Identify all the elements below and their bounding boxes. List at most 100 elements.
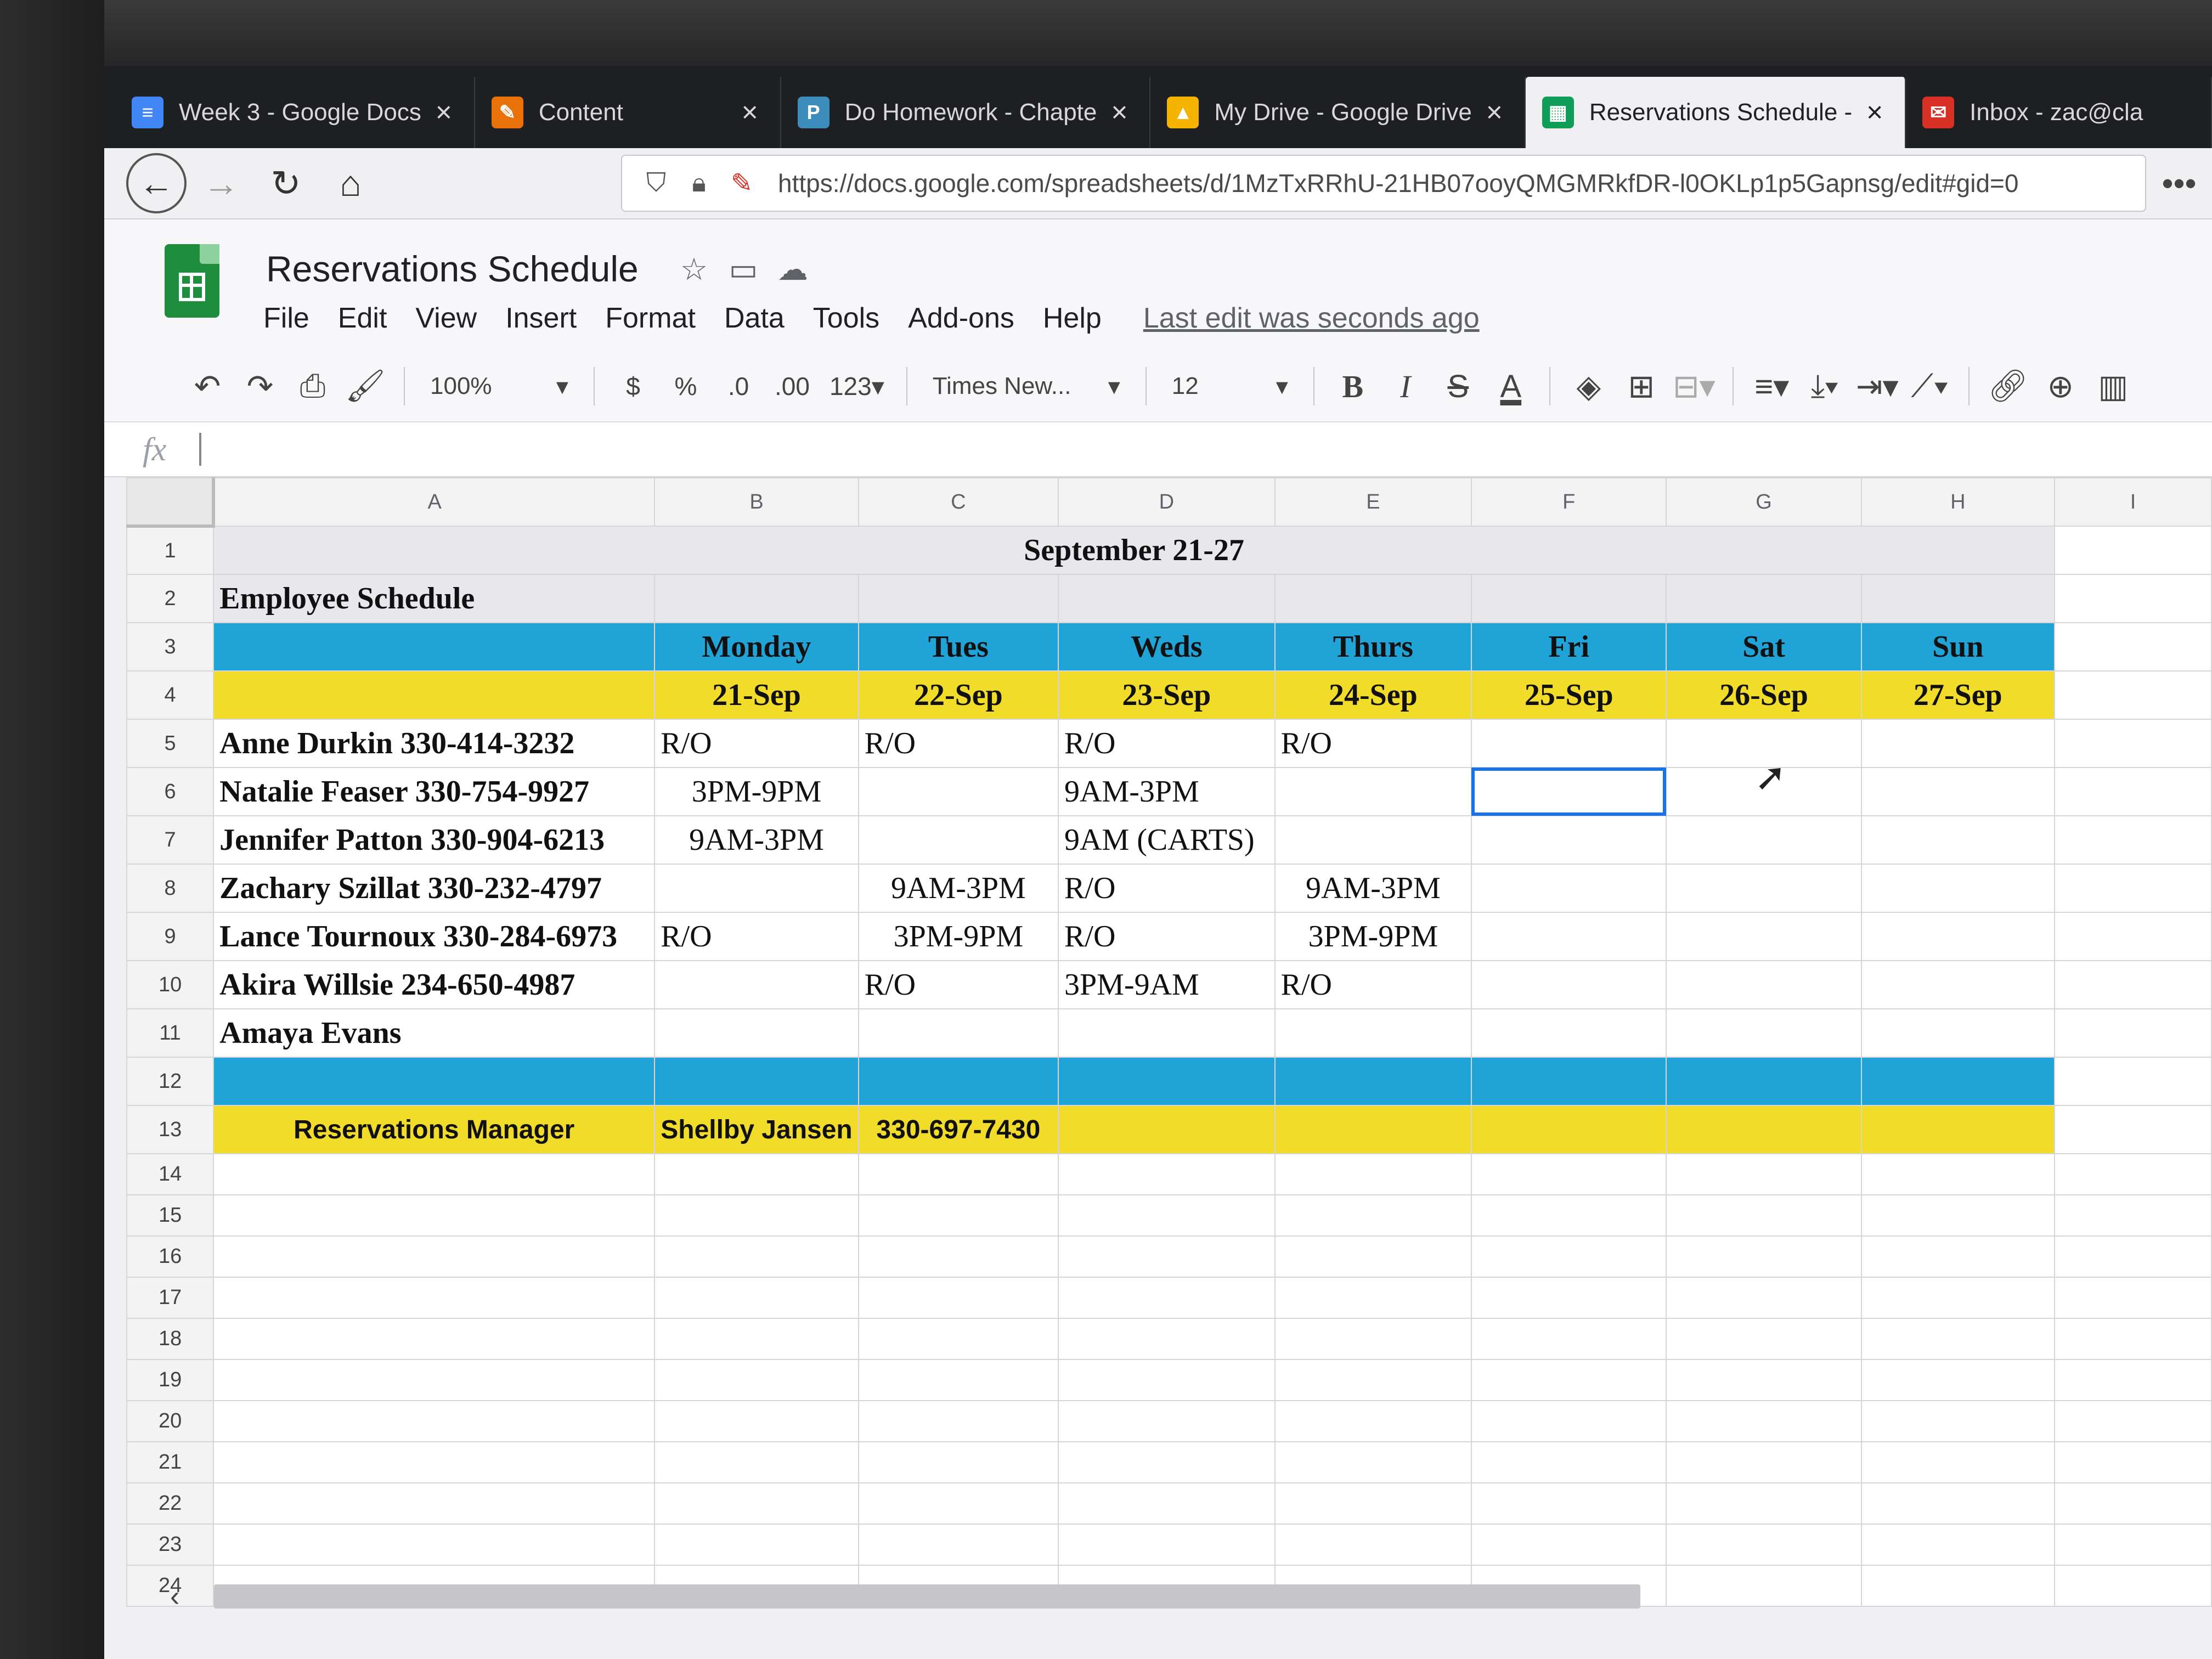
cell[interactable]	[1860, 1318, 2055, 1360]
cell[interactable]	[1274, 1235, 1472, 1278]
date-header-cell[interactable]: 22-Sep	[857, 670, 1059, 720]
column-header[interactable]: G	[1666, 477, 1862, 527]
text-wrap-icon[interactable]: ⇥▾	[1851, 362, 1904, 411]
day-header-cell[interactable]: Sun	[1860, 622, 2055, 672]
manager-label-cell[interactable]: Reservations Manager	[213, 1105, 656, 1154]
row-header[interactable]: 16	[126, 1235, 215, 1278]
shift-cell[interactable]: R/O	[654, 912, 859, 961]
day-header-cell[interactable]: Sat	[1666, 622, 1862, 672]
shift-cell[interactable]	[1666, 815, 1862, 865]
text-rotation-icon[interactable]: ⟋▾	[1904, 362, 1956, 411]
cell[interactable]	[213, 1057, 656, 1106]
horizontal-scrollbar[interactable]	[214, 1584, 1640, 1609]
shift-cell[interactable]	[1274, 815, 1472, 865]
shift-cell[interactable]	[857, 815, 1059, 865]
menu-help[interactable]: Help	[1043, 302, 1102, 335]
print-icon[interactable]: ⎙	[286, 362, 339, 411]
row-header[interactable]: 5	[126, 719, 215, 768]
employee-name-cell[interactable]: Lance Tournoux 330-284-6973	[213, 912, 656, 961]
cell[interactable]	[1666, 1482, 1862, 1525]
menu-format[interactable]: Format	[605, 302, 696, 335]
menu-file[interactable]: File	[263, 302, 309, 335]
shift-cell[interactable]	[1058, 1008, 1276, 1058]
cell[interactable]	[1860, 1277, 2055, 1319]
manager-phone-cell[interactable]: 330-697-7430	[857, 1105, 1059, 1154]
cell[interactable]	[2053, 864, 2212, 913]
cell[interactable]	[2053, 1400, 2212, 1442]
column-header[interactable]: D	[1058, 477, 1276, 527]
close-tab-icon[interactable]: ×	[1105, 97, 1133, 128]
cell[interactable]	[857, 1400, 1059, 1442]
cell[interactable]	[1274, 1441, 1472, 1483]
cell[interactable]	[857, 1277, 1059, 1319]
cell[interactable]	[1471, 574, 1667, 623]
cell[interactable]	[1058, 1318, 1276, 1360]
shift-cell[interactable]	[1274, 1008, 1472, 1058]
row-header[interactable]: 11	[126, 1008, 215, 1058]
shift-cell[interactable]	[1860, 767, 2055, 816]
cell[interactable]	[1666, 1153, 1862, 1195]
shift-cell[interactable]	[654, 864, 859, 913]
cell[interactable]	[2053, 1482, 2212, 1525]
shift-cell[interactable]	[1860, 912, 2055, 961]
cell[interactable]	[1860, 1194, 2055, 1237]
cell[interactable]	[1666, 1194, 1862, 1237]
employee-name-cell[interactable]: Zachary Szillat 330-232-4797	[213, 864, 656, 913]
cell[interactable]	[654, 1482, 859, 1525]
shift-cell[interactable]	[1471, 1008, 1667, 1058]
row-header[interactable]: 17	[126, 1277, 215, 1319]
date-header-cell[interactable]: 21-Sep	[654, 670, 859, 720]
home-button[interactable]: ⌂	[320, 153, 381, 213]
row-header[interactable]: 3	[126, 622, 215, 672]
cell[interactable]	[654, 1235, 859, 1278]
cell[interactable]	[654, 1441, 859, 1483]
back-button[interactable]: ←	[126, 153, 187, 213]
cell[interactable]	[213, 1400, 656, 1442]
row-header[interactable]: 22	[126, 1482, 215, 1525]
permissions-icon[interactable]: ✎	[724, 166, 759, 201]
cell[interactable]	[1666, 1105, 1862, 1154]
forward-button[interactable]: →	[191, 153, 251, 213]
cell[interactable]	[654, 1277, 859, 1319]
employee-name-cell[interactable]: Amaya Evans	[213, 1008, 656, 1058]
cell[interactable]	[1274, 1359, 1472, 1401]
italic-button[interactable]: I	[1379, 362, 1432, 411]
menu-view[interactable]: View	[415, 302, 477, 335]
cell[interactable]	[1860, 1482, 2055, 1525]
document-title[interactable]: Reservations Schedule	[266, 248, 639, 290]
cell[interactable]	[2053, 1194, 2212, 1237]
cell[interactable]	[1058, 1235, 1276, 1278]
borders-icon[interactable]: ⊞	[1615, 362, 1668, 411]
shift-cell[interactable]	[1471, 864, 1667, 913]
cell[interactable]	[1058, 1277, 1276, 1319]
shift-cell[interactable]: R/O	[857, 960, 1059, 1009]
cell[interactable]	[654, 1318, 859, 1360]
heading-cell[interactable]: Employee Schedule	[213, 574, 656, 623]
cell[interactable]	[213, 1194, 656, 1237]
redo-icon[interactable]: ↷	[234, 362, 286, 411]
row-header[interactable]: 13	[126, 1105, 215, 1154]
shift-cell[interactable]	[857, 1008, 1059, 1058]
cell[interactable]	[1666, 1565, 1862, 1607]
column-header[interactable]: C	[857, 477, 1059, 527]
cell[interactable]	[857, 1523, 1059, 1566]
close-tab-icon[interactable]: ×	[736, 97, 764, 128]
cell[interactable]	[1274, 1482, 1472, 1525]
shift-cell[interactable]: R/O	[1058, 864, 1276, 913]
column-header[interactable]: A	[213, 477, 656, 527]
cell[interactable]	[1058, 1057, 1276, 1106]
shield-icon[interactable]: ⛉	[639, 166, 674, 201]
employee-name-cell[interactable]: Akira Willsie 234-650-4987	[213, 960, 656, 1009]
cell[interactable]	[1860, 1057, 2055, 1106]
shift-cell[interactable]	[654, 960, 859, 1009]
cell[interactable]	[2053, 1235, 2212, 1278]
more-formats-button[interactable]: 123 ▾	[820, 362, 894, 411]
shift-cell[interactable]: 3PM-9PM	[857, 912, 1059, 961]
date-header-cell[interactable]: 26-Sep	[1666, 670, 1862, 720]
employee-name-cell[interactable]: Jennifer Patton 330-904-6213	[213, 815, 656, 865]
cell[interactable]	[2053, 912, 2212, 961]
cell[interactable]	[1471, 1105, 1667, 1154]
cell[interactable]	[1471, 1400, 1667, 1442]
shift-cell[interactable]: R/O	[1274, 960, 1472, 1009]
cell[interactable]	[1274, 1277, 1472, 1319]
